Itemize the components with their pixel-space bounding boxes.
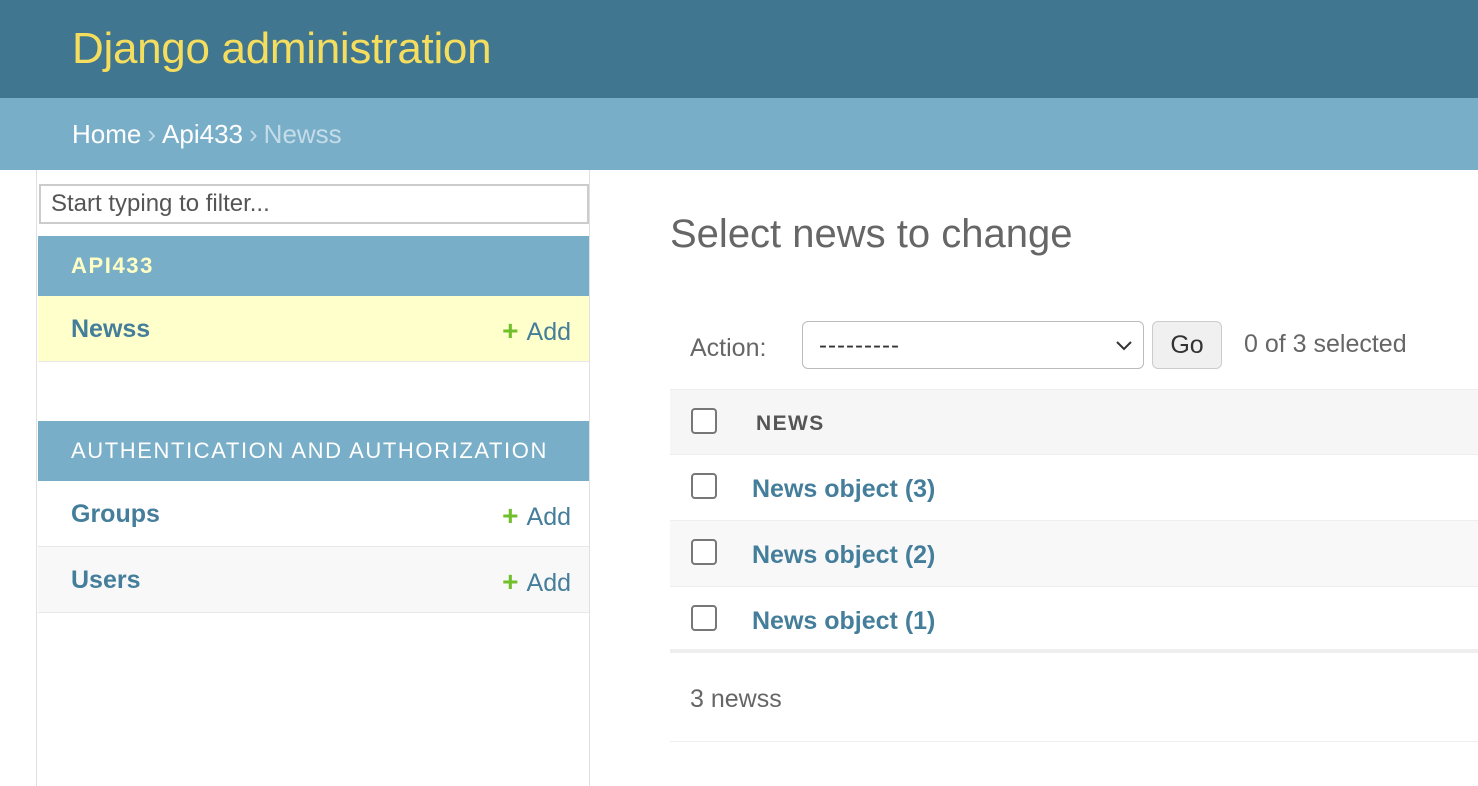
sidebar-item-newss-link[interactable]: Newss: [71, 315, 150, 344]
add-newss-button[interactable]: + Add: [502, 315, 571, 347]
result-list-table: NEWS News object (3) News object (2) New…: [670, 389, 1478, 653]
site-header: Django administration: [0, 0, 1478, 98]
breadcrumb-separator: ›: [249, 119, 258, 149]
result-count: 3 newss: [690, 685, 782, 713]
table-row: News object (3): [670, 455, 1478, 521]
breadcrumb-home[interactable]: Home: [72, 119, 141, 149]
selection-counter: 0 of 3 selected: [1244, 330, 1407, 358]
go-button[interactable]: Go: [1152, 321, 1222, 369]
breadcrumb-separator: ›: [147, 119, 157, 149]
row-checkbox[interactable]: [691, 473, 717, 499]
action-select[interactable]: ---------: [802, 321, 1144, 369]
table-row: News object (2): [670, 521, 1478, 587]
page-title: Select news to change: [670, 212, 1073, 256]
sidebar-item-groups: Groups + Add: [38, 481, 589, 547]
action-select-value: ---------: [819, 332, 900, 359]
module-caption-api433[interactable]: API433: [38, 236, 589, 296]
paginator: 3 newss: [670, 656, 1478, 742]
row-link[interactable]: News object (2): [752, 541, 935, 570]
sidebar-item-users: Users + Add: [38, 547, 589, 613]
breadcrumb-current: Newss: [263, 119, 342, 149]
row-checkbox[interactable]: [691, 539, 717, 565]
action-label: Action:: [690, 334, 767, 362]
site-title[interactable]: Django administration: [72, 24, 492, 74]
sidebar-item-groups-link[interactable]: Groups: [71, 500, 160, 529]
breadcrumb-app[interactable]: Api433: [162, 119, 243, 149]
add-groups-button[interactable]: + Add: [502, 500, 571, 532]
column-header-news[interactable]: NEWS: [756, 412, 825, 436]
module-auth: AUTHENTICATION AND AUTHORIZATION Groups …: [38, 421, 589, 613]
row-checkbox[interactable]: [691, 605, 717, 631]
nav-sidebar: API433 Newss +Add AUTHENTICATION AND AUT…: [36, 170, 590, 786]
row-link[interactable]: News object (3): [752, 475, 935, 504]
chevron-down-icon: [1116, 341, 1132, 351]
sidebar-item-users-link[interactable]: Users: [71, 566, 141, 595]
plus-icon: +: [502, 500, 519, 531]
breadcrumb: Home › Api433 › Newss: [0, 98, 1478, 170]
table-header-row: NEWS: [670, 389, 1478, 455]
nav-filter-input[interactable]: [39, 184, 589, 224]
sidebar-item-newss: Newss + Add: [38, 296, 589, 362]
row-link[interactable]: News object (1): [752, 607, 935, 636]
select-all-checkbox[interactable]: [691, 408, 717, 434]
actions-bar: Action: --------- Go 0 of 3 selected: [670, 312, 1478, 388]
plus-icon: +: [502, 315, 519, 346]
add-users-button[interactable]: + Add: [502, 566, 571, 598]
plus-icon: +: [502, 566, 519, 597]
module-caption-auth[interactable]: AUTHENTICATION AND AUTHORIZATION: [38, 421, 589, 481]
table-row: News object (1): [670, 587, 1478, 653]
module-api433: API433 Newss + Add: [38, 236, 589, 362]
